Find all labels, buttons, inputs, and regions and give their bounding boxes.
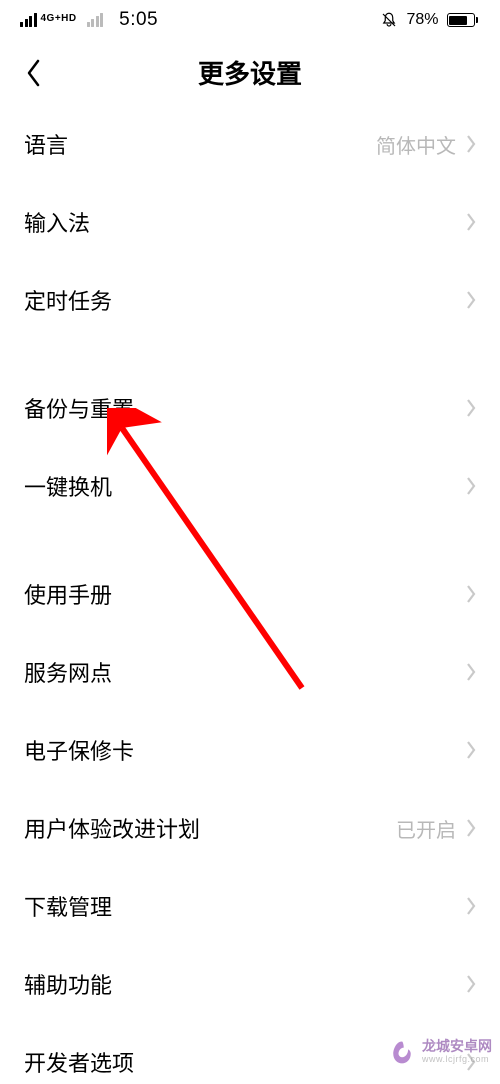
row-accessibility[interactable]: 辅助功能 [0, 945, 500, 1023]
signal-primary: 4G+HD [20, 13, 77, 27]
row-phone-clone[interactable]: 一键换机 [0, 447, 500, 525]
status-bar: 4G+HD 5:05 78% [0, 0, 500, 40]
row-label: 辅助功能 [24, 968, 112, 1000]
row-label: 一键换机 [24, 470, 112, 502]
row-label: 服务网点 [24, 656, 112, 688]
chevron-right-icon [466, 896, 476, 916]
row-right: 已开启 [396, 814, 476, 843]
network-label: 4G+HD [41, 14, 77, 24]
row-language[interactable]: 语言 简体中文 [0, 105, 500, 183]
chevron-left-icon [25, 58, 43, 88]
row-label: 下载管理 [24, 890, 112, 922]
chevron-right-icon [466, 584, 476, 604]
row-right [466, 584, 476, 604]
row-user-experience[interactable]: 用户体验改进计划 已开启 [0, 789, 500, 867]
row-label: 开发者选项 [24, 1046, 134, 1078]
row-right [466, 896, 476, 916]
row-right [466, 974, 476, 994]
chevron-right-icon [466, 1052, 476, 1072]
chevron-right-icon [466, 398, 476, 418]
row-right [466, 212, 476, 232]
chevron-right-icon [466, 134, 476, 154]
row-label: 备份与重置 [24, 392, 134, 424]
section-gap [0, 525, 500, 555]
row-right [466, 476, 476, 496]
row-label: 定时任务 [24, 284, 112, 316]
row-download-manager[interactable]: 下载管理 [0, 867, 500, 945]
status-left: 4G+HD 5:05 [20, 9, 158, 31]
chevron-right-icon [466, 740, 476, 760]
header: 更多设置 [0, 40, 500, 105]
row-right [466, 740, 476, 760]
bell-muted-icon [380, 11, 398, 29]
row-label: 使用手册 [24, 578, 112, 610]
row-right: 简体中文 [376, 130, 476, 159]
row-label: 电子保修卡 [24, 734, 134, 766]
chevron-right-icon [466, 662, 476, 682]
back-button[interactable] [16, 55, 52, 91]
row-right [466, 398, 476, 418]
row-scheduled-tasks[interactable]: 定时任务 [0, 261, 500, 339]
signal-bars-icon [20, 13, 37, 27]
section-gap [0, 339, 500, 369]
status-time: 5:05 [119, 9, 158, 31]
chevron-right-icon [466, 476, 476, 496]
chevron-right-icon [466, 290, 476, 310]
row-right [466, 290, 476, 310]
chevron-right-icon [466, 974, 476, 994]
row-value: 简体中文 [376, 130, 456, 159]
row-backup-reset[interactable]: 备份与重置 [0, 369, 500, 447]
settings-list: 语言 简体中文 输入法 定时任务 备份与重置 一键换机 使用手册 [0, 105, 500, 1084]
row-right [466, 1052, 476, 1072]
row-label: 用户体验改进计划 [24, 812, 200, 844]
status-right: 78% [380, 11, 478, 29]
chevron-right-icon [466, 818, 476, 838]
page-title: 更多设置 [0, 54, 500, 91]
row-label: 语言 [24, 128, 68, 160]
row-right [466, 662, 476, 682]
signal-secondary-icon [87, 13, 104, 27]
row-developer-options[interactable]: 开发者选项 [0, 1023, 500, 1084]
row-user-manual[interactable]: 使用手册 [0, 555, 500, 633]
row-warranty[interactable]: 电子保修卡 [0, 711, 500, 789]
row-label: 输入法 [24, 206, 90, 238]
row-value: 已开启 [396, 814, 456, 843]
row-input-method[interactable]: 输入法 [0, 183, 500, 261]
battery-icon [447, 13, 479, 27]
chevron-right-icon [466, 212, 476, 232]
battery-percent: 78% [406, 11, 438, 29]
row-service-center[interactable]: 服务网点 [0, 633, 500, 711]
